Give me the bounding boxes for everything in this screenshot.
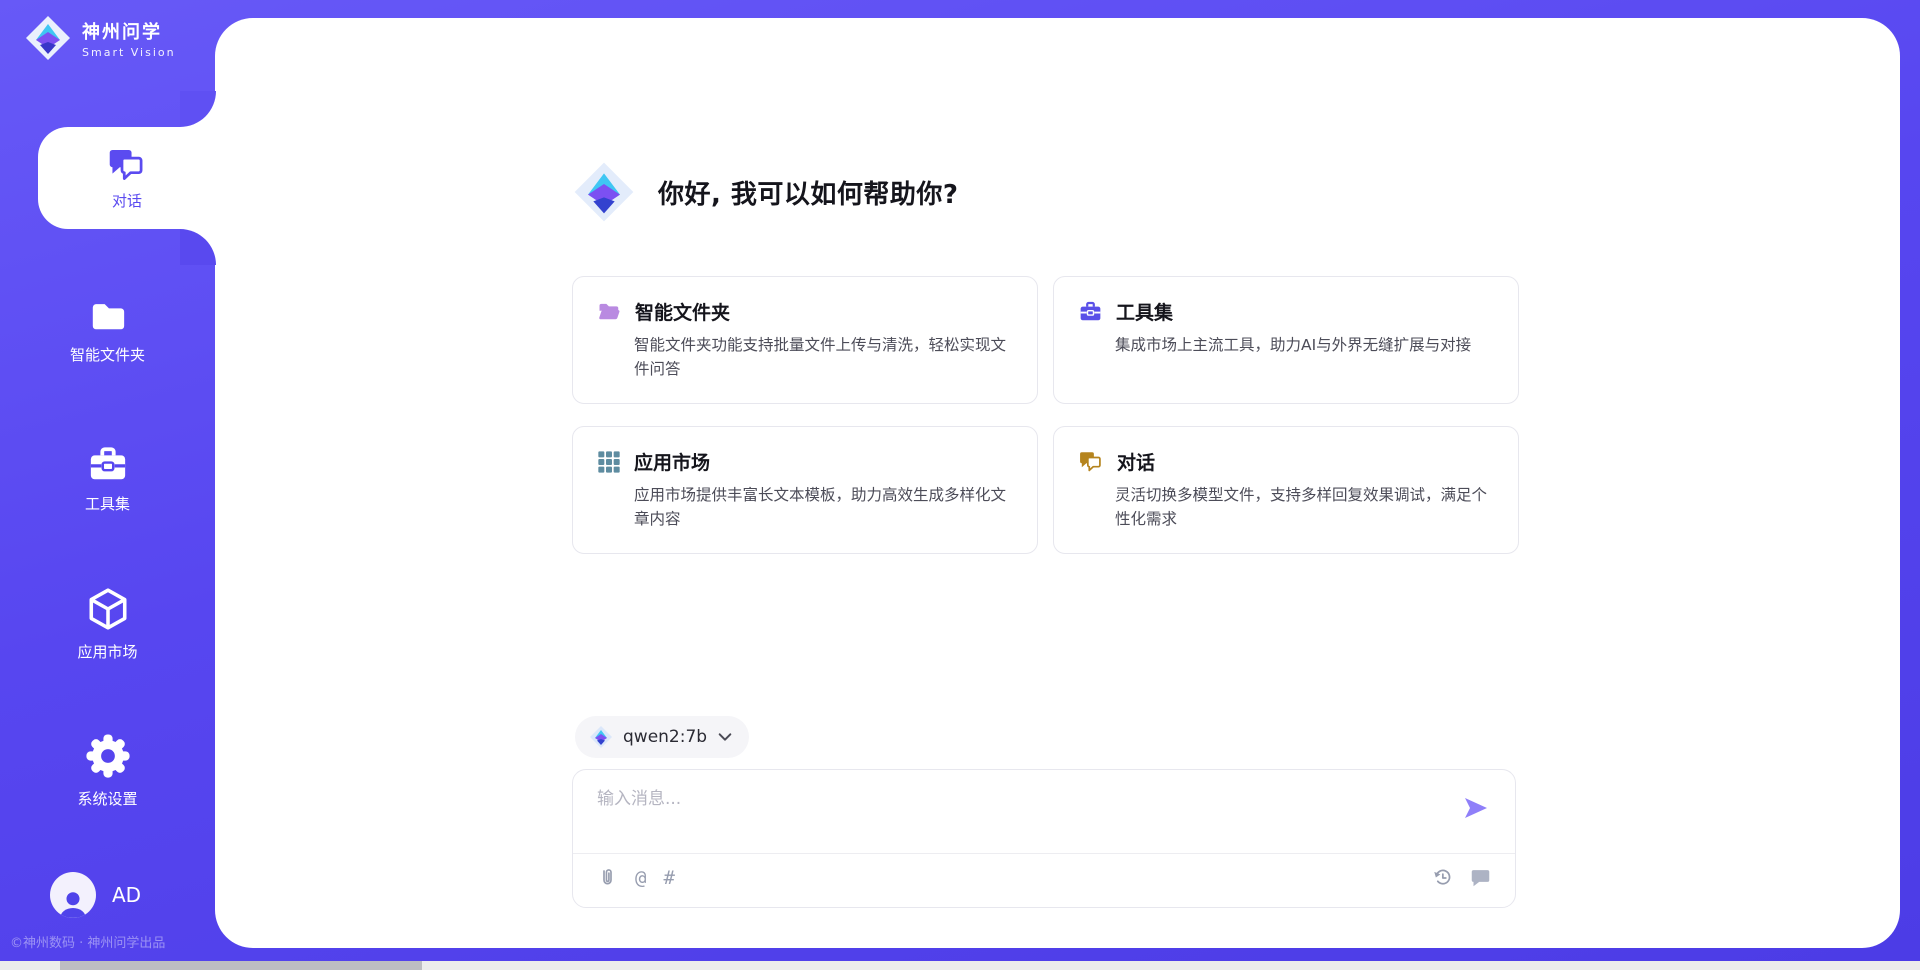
- sidebar-item-settings[interactable]: 系统设置: [0, 733, 215, 809]
- message-icon[interactable]: [1470, 867, 1491, 888]
- card-toolset[interactable]: 工具集 集成市场上主流工具，助力AI与外界无缝扩展与对接: [1053, 276, 1519, 404]
- folder-open-icon: [597, 301, 622, 323]
- avatar: [50, 872, 96, 918]
- chat-icon: [1078, 450, 1104, 473]
- user-initials: AD: [112, 883, 141, 907]
- card-app-market[interactable]: 应用市场 应用市场提供丰富长文本模板，助力高效生成多样化文章内容: [572, 426, 1038, 554]
- card-description: 应用市场提供丰富长文本模板，助力高效生成多样化文章内容: [634, 483, 1013, 531]
- card-description: 灵活切换多模型文件，支持多样回复效果调试，满足个性化需求: [1115, 483, 1494, 531]
- history-icon[interactable]: [1432, 867, 1453, 888]
- composer-toolbar: @ #: [597, 866, 1491, 889]
- sidebar-item-label: 智能文件夹: [70, 344, 145, 365]
- sidebar-item-app-market[interactable]: 应用市场: [0, 586, 215, 662]
- card-title: 工具集: [1116, 298, 1173, 325]
- message-input[interactable]: [597, 782, 1417, 816]
- composer-divider: [573, 853, 1515, 854]
- feature-cards: 智能文件夹 智能文件夹功能支持批量文件上传与清洗，轻松实现文件问答 工具集 集成…: [572, 276, 1519, 554]
- horizontal-scrollbar-thumb[interactable]: [60, 961, 422, 970]
- briefcase-icon: [1078, 300, 1103, 323]
- diamond-logo-icon: [589, 725, 613, 749]
- diamond-logo-icon: [24, 14, 72, 62]
- gear-icon: [85, 733, 131, 779]
- user-profile[interactable]: AD: [50, 872, 141, 918]
- sidebar-item-label: 对话: [112, 190, 142, 211]
- model-selector[interactable]: qwen2:7b: [575, 716, 749, 758]
- apps-grid-icon: [597, 450, 621, 474]
- toolbox-icon: [86, 444, 130, 484]
- at-icon[interactable]: @: [635, 868, 646, 888]
- cube-icon: [85, 586, 131, 632]
- folder-icon: [86, 297, 130, 335]
- card-title: 智能文件夹: [635, 298, 730, 325]
- card-title: 对话: [1117, 448, 1155, 475]
- card-description: 智能文件夹功能支持批量文件上传与清洗，轻松实现文件问答: [634, 333, 1013, 381]
- greeting: 你好, 我可以如何帮助你?: [572, 160, 959, 224]
- brand-name: 神州问学: [82, 18, 176, 44]
- tab-curve-bottom: [180, 229, 216, 265]
- brand: 神州问学 Smart Vision: [24, 14, 176, 62]
- send-icon[interactable]: [1463, 794, 1491, 822]
- paperclip-icon[interactable]: [597, 866, 618, 889]
- card-smart-folder[interactable]: 智能文件夹 智能文件夹功能支持批量文件上传与清洗，轻松实现文件问答: [572, 276, 1038, 404]
- page-title: 你好, 我可以如何帮助你?: [658, 174, 959, 211]
- sidebar-item-chat[interactable]: 对话: [38, 127, 216, 229]
- card-description: 集成市场上主流工具，助力AI与外界无缝扩展与对接: [1115, 333, 1494, 357]
- model-name: qwen2:7b: [623, 727, 707, 747]
- diamond-logo-icon: [572, 160, 636, 224]
- copyright-text: ©神州数码 · 神州问学出品: [10, 932, 210, 951]
- sidebar-item-smart-folder[interactable]: 智能文件夹: [0, 297, 215, 365]
- sidebar-item-label: 应用市场: [77, 641, 137, 662]
- chevron-down-icon: [717, 730, 733, 744]
- sidebar-item-label: 系统设置: [77, 788, 137, 809]
- card-title: 应用市场: [634, 448, 710, 475]
- sidebar-item-toolset[interactable]: 工具集: [0, 444, 215, 514]
- chat-icon: [107, 146, 147, 183]
- hash-icon[interactable]: #: [663, 868, 674, 888]
- sidebar-item-label: 工具集: [85, 493, 130, 514]
- message-composer: @ #: [572, 769, 1516, 908]
- tab-curve-top: [180, 91, 216, 127]
- card-chat[interactable]: 对话 灵活切换多模型文件，支持多样回复效果调试，满足个性化需求: [1053, 426, 1519, 554]
- brand-subtitle: Smart Vision: [82, 46, 176, 59]
